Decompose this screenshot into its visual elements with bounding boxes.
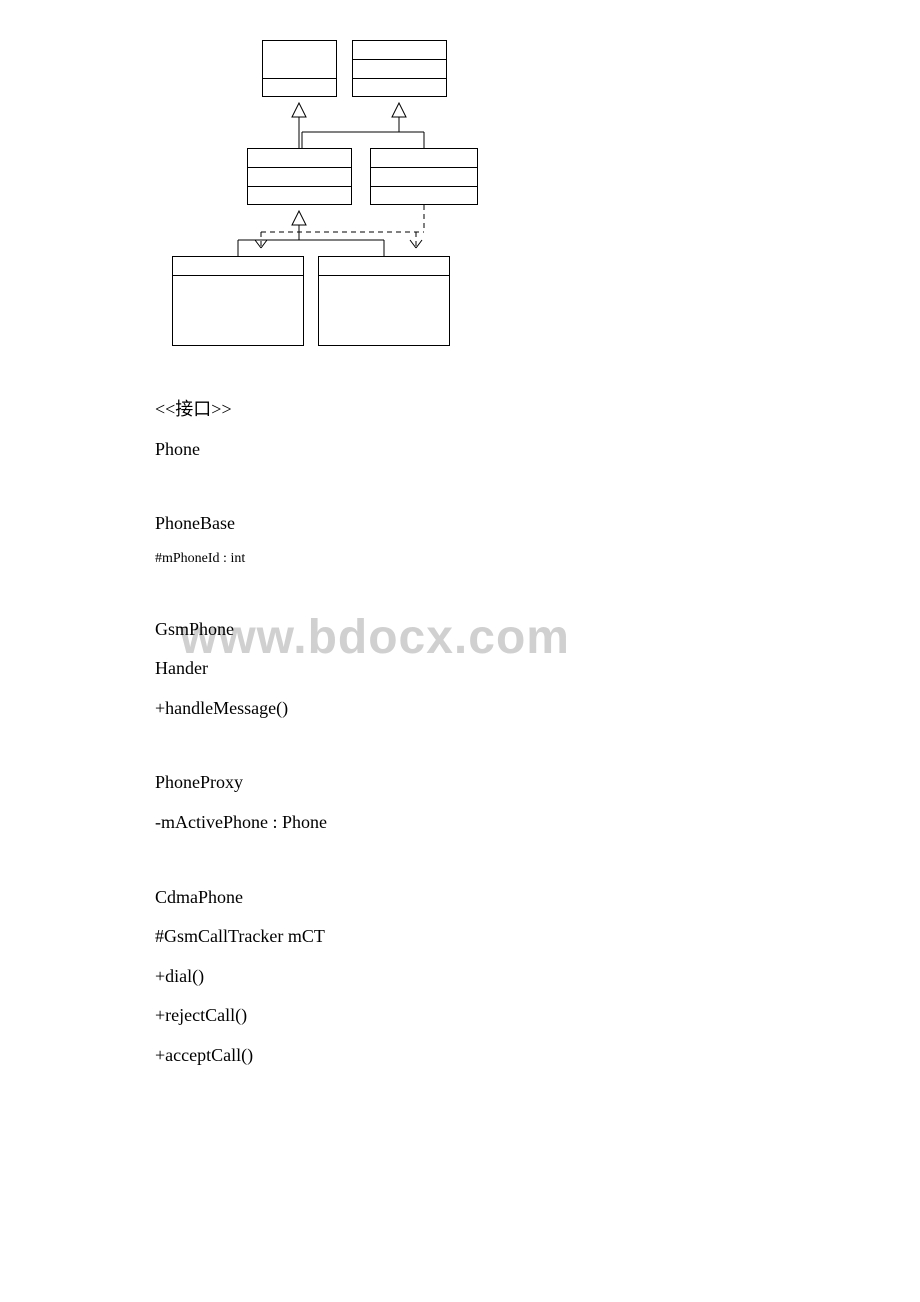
uml-class-interface: [262, 40, 337, 97]
cdmaphone-op1-label: +dial(): [155, 957, 765, 997]
uml-class-gsmphone: [172, 256, 304, 346]
gsmphone-name-label: GsmPhone: [155, 610, 765, 650]
uml-class-cdmaphone: [318, 256, 450, 346]
phone-name-label: Phone: [155, 430, 765, 470]
hander-name-label: Hander: [155, 649, 765, 689]
cdmaphone-attr-label: #GsmCallTracker mCT: [155, 917, 765, 957]
uml-class-phonebase: [247, 148, 352, 205]
uml-diagram: [155, 40, 485, 360]
cdmaphone-name-label: CdmaPhone: [155, 878, 765, 918]
text-annotations: <<接口>> Phone PhoneBase #mPhoneId : int G…: [155, 390, 765, 1076]
phonebase-name-label: PhoneBase: [155, 504, 765, 544]
uml-class-phoneproxy: [370, 148, 478, 205]
phonebase-attr-label: #mPhoneId : int: [155, 544, 765, 575]
phoneproxy-name-label: PhoneProxy: [155, 763, 765, 803]
phoneproxy-attr-label: -mActivePhone : Phone: [155, 803, 765, 843]
cdmaphone-op2-label: +rejectCall(): [155, 996, 765, 1036]
cdmaphone-op3-label: +acceptCall(): [155, 1036, 765, 1076]
uml-class-handler: [352, 40, 447, 97]
interface-stereotype-label: <<接口>>: [155, 390, 765, 430]
hander-op-label: +handleMessage(): [155, 689, 765, 729]
